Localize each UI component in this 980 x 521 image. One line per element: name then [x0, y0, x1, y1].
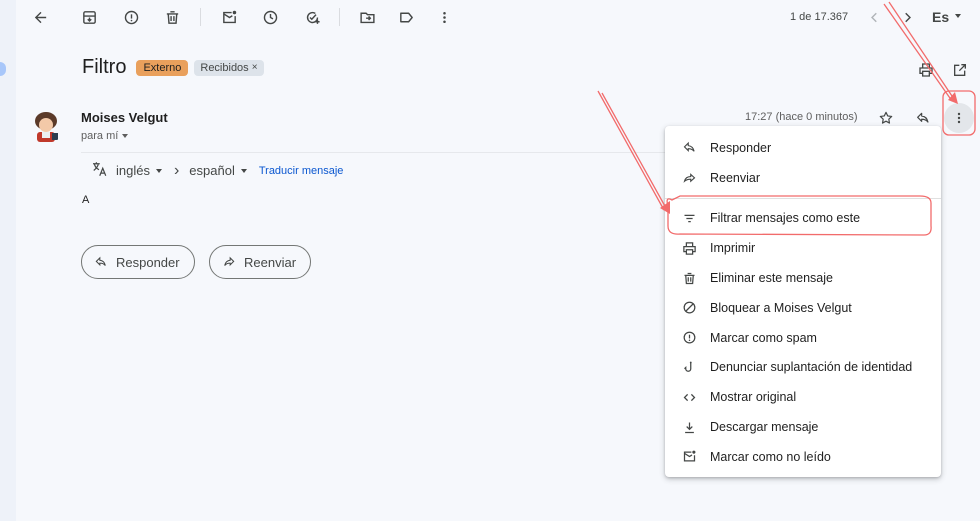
menu-item-label: Imprimir	[710, 241, 756, 256]
archive-icon[interactable]	[78, 6, 100, 28]
menu-item-show-original[interactable]: Mostrar original	[665, 382, 941, 412]
subject-row: Filtro Externo Recibidos ×	[82, 56, 264, 79]
mark-unread-icon[interactable]	[218, 6, 240, 28]
open-in-new-window-icon[interactable]	[950, 60, 970, 80]
remove-label-icon[interactable]: ×	[252, 62, 258, 73]
pagination-count: 1 de 17.367	[790, 11, 849, 23]
menu-item-reply[interactable]: Responder	[665, 133, 941, 163]
back-arrow-icon[interactable]	[29, 6, 51, 28]
move-to-icon[interactable]	[356, 6, 378, 28]
delete-icon[interactable]	[161, 6, 183, 28]
print-all-icon[interactable]	[916, 60, 936, 80]
label-chip-recibidos[interactable]: Recibidos ×	[194, 59, 264, 76]
report-spam-icon[interactable]	[120, 6, 142, 28]
message-body: A	[82, 194, 90, 206]
header-divider	[81, 152, 681, 153]
reply-icon	[681, 140, 697, 156]
reply-button[interactable]: Responder	[81, 245, 195, 279]
chevron-right-icon: ›	[173, 161, 180, 179]
menu-item-report-spam[interactable]: Marcar como spam	[665, 323, 941, 353]
recipient-details[interactable]: para mí	[81, 130, 129, 142]
reply-button-label: Responder	[116, 254, 180, 270]
print-icon	[681, 240, 697, 256]
forward-button[interactable]: Reenviar	[209, 245, 312, 279]
target-language-select[interactable]: español	[189, 163, 235, 178]
menu-item-block-sender[interactable]: Bloquear a Moises Velgut	[665, 293, 941, 323]
mark-unread-icon	[681, 449, 697, 465]
menu-item-label: Mostrar original	[710, 390, 797, 405]
menu-separator	[665, 197, 941, 199]
phishing-icon	[681, 359, 697, 375]
forward-button-label: Reenviar	[244, 254, 297, 270]
menu-item-delete[interactable]: Eliminar este mensaje	[665, 263, 941, 293]
sender-name[interactable]: Moises Velgut	[81, 110, 168, 125]
translate-icon	[90, 160, 108, 181]
menu-item-download[interactable]: Descargar mensaje	[665, 412, 941, 442]
menu-item-forward[interactable]: Reenviar	[665, 163, 941, 193]
chevron-right-icon[interactable]	[896, 6, 918, 28]
trash-icon	[681, 270, 697, 286]
menu-item-report-phishing[interactable]: Denunciar suplantación de identidad	[665, 353, 941, 383]
menu-item-print[interactable]: Imprimir	[665, 233, 941, 263]
label-chip-text: Recibidos	[200, 61, 249, 74]
download-icon	[681, 419, 697, 435]
forward-icon	[681, 170, 697, 186]
menu-item-label: Marcar como no leído	[710, 449, 831, 464]
toolbar-separator	[200, 8, 201, 26]
label-chip-externo[interactable]: Externo	[136, 59, 189, 76]
translate-bar: inglés › español Traducir mensaje	[90, 160, 343, 181]
message-options-menu: Responder Reenviar Filtrar mensajes como…	[665, 126, 941, 477]
menu-item-label: Filtrar mensajes como este	[710, 211, 861, 226]
more-vert-icon	[957, 112, 961, 124]
more-vert-icon[interactable]	[433, 6, 455, 28]
avatar[interactable]	[28, 108, 64, 144]
menu-item-label: Denunciar suplantación de identidad	[710, 360, 913, 375]
subject-title: Filtro	[82, 56, 127, 78]
translate-message-link[interactable]: Traducir mensaje	[259, 165, 344, 177]
chevron-left-icon[interactable]	[863, 6, 885, 28]
menu-item-label: Eliminar este mensaje	[710, 271, 833, 286]
caret-down-icon	[240, 168, 247, 173]
menu-item-label: Reenviar	[710, 170, 761, 185]
block-icon	[681, 300, 697, 316]
add-task-icon[interactable]	[301, 6, 323, 28]
spam-icon	[681, 330, 697, 346]
toolbar: 1 de 17.367 Es	[16, 0, 980, 34]
left-gutter	[0, 0, 16, 521]
menu-item-label: Descargar mensaje	[710, 420, 819, 435]
menu-item-filter-messages[interactable]: Filtrar mensajes como este	[665, 204, 941, 234]
caret-down-icon	[155, 168, 162, 173]
recipient-label: para mí	[81, 130, 119, 142]
menu-item-label: Marcar como spam	[710, 330, 817, 345]
code-icon	[681, 389, 697, 405]
label-icon[interactable]	[395, 6, 417, 28]
menu-item-label: Bloquear a Moises Velgut	[710, 300, 852, 315]
reply-icon	[95, 256, 106, 267]
input-language-selector[interactable]: Es	[932, 9, 949, 25]
menu-item-mark-unread[interactable]: Marcar como no leído	[665, 442, 941, 472]
filter-icon	[681, 210, 697, 226]
source-language-select[interactable]: inglés	[116, 163, 150, 178]
message-timestamp: 17:27 (hace 0 minutos)	[745, 111, 858, 123]
forward-icon	[224, 256, 235, 267]
menu-item-label: Responder	[710, 140, 772, 155]
caret-down-icon	[122, 134, 129, 139]
caret-down-icon	[955, 14, 961, 18]
more-options-button[interactable]	[944, 103, 974, 133]
snooze-icon[interactable]	[259, 6, 281, 28]
toolbar-separator	[339, 8, 340, 26]
